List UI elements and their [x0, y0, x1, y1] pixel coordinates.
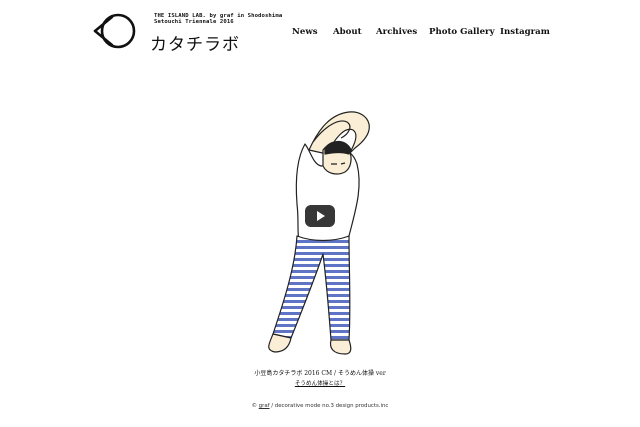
- site-title: カタチラボ: [150, 35, 240, 55]
- footer-copyright: © graf / decorative mode no.3 design pro…: [251, 403, 389, 409]
- eye-logo-icon: [93, 13, 136, 49]
- somen-exercise-link[interactable]: そうめん体操とは？: [0, 379, 640, 387]
- nav-about[interactable]: About: [333, 27, 362, 37]
- site-subtitle: THE ISLAND LAB. by graf in Shodoshima Se…: [154, 13, 283, 26]
- graf-link[interactable]: graf: [259, 403, 270, 409]
- video-thumbnail[interactable]: [253, 108, 387, 360]
- nav-archives[interactable]: Archives: [376, 27, 417, 37]
- nav-photo-gallery[interactable]: Photo Gallery: [429, 27, 495, 37]
- play-button[interactable]: [305, 205, 335, 227]
- site-logo[interactable]: THE ISLAND LAB. by graf in Shodoshima Se…: [92, 12, 282, 55]
- nav-instagram[interactable]: Instagram: [500, 27, 550, 37]
- video-caption: 小豆島カタチラボ 2016 CM / そうめん体操 ver: [254, 370, 386, 377]
- nav-news[interactable]: News: [292, 27, 318, 37]
- stretching-person-illustration: [268, 111, 370, 355]
